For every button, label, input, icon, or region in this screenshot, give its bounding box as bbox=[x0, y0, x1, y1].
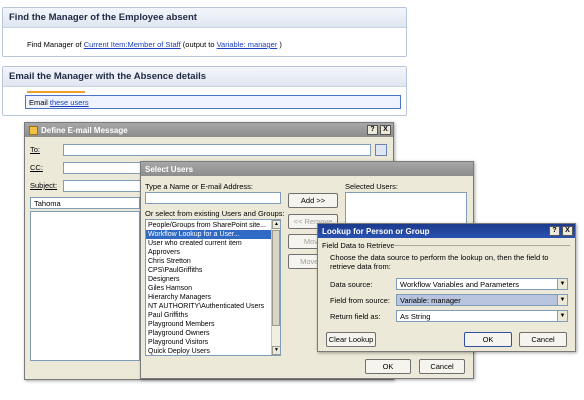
ok-button[interactable]: OK bbox=[365, 359, 411, 374]
step-title: Find the Manager of the Employee absent bbox=[3, 8, 406, 28]
name-input[interactable] bbox=[145, 192, 281, 204]
step-action: Find Manager of Current Item:Member of S… bbox=[27, 40, 282, 49]
field-select[interactable]: Variable: manager ▼ bbox=[396, 294, 568, 306]
data-source-label: Data source: bbox=[330, 280, 373, 289]
list-item[interactable]: User who created current item bbox=[146, 239, 280, 248]
action-prefix: Find Manager of bbox=[27, 40, 82, 49]
users-list-scrollbar[interactable]: ▲ ▼ bbox=[271, 220, 280, 355]
email-body[interactable] bbox=[30, 211, 140, 361]
list-item[interactable]: Approvers bbox=[146, 248, 280, 257]
list-item[interactable]: Designers bbox=[146, 275, 280, 284]
list-item[interactable]: CPS\PaulGriffiths bbox=[146, 266, 280, 275]
lookup-titlebar: Lookup for Person or Group bbox=[318, 224, 575, 238]
section-divider bbox=[392, 245, 570, 246]
variable-link[interactable]: Variable: manager bbox=[217, 40, 278, 49]
insertion-marker bbox=[27, 91, 85, 93]
add-button[interactable]: Add >> bbox=[288, 193, 338, 208]
lookup-person-dialog: Lookup for Person or Group ? X Field Dat… bbox=[317, 223, 576, 352]
users-list[interactable]: People/Groups from SharePoint site... Wor… bbox=[145, 219, 281, 356]
field-label: Field from source: bbox=[330, 296, 391, 305]
email-dialog-icon bbox=[29, 125, 38, 135]
scroll-thumb[interactable] bbox=[272, 230, 280, 326]
ok-button[interactable]: OK bbox=[464, 332, 512, 347]
data-source-select[interactable]: Workflow Variables and Parameters ▼ bbox=[396, 278, 568, 290]
users-list-items: People/Groups from SharePoint site... Wor… bbox=[146, 220, 280, 355]
list-item[interactable]: Paul Griffiths bbox=[146, 311, 280, 320]
return-label: Return field as: bbox=[330, 312, 381, 321]
list-item[interactable]: People/Groups from SharePoint site... bbox=[146, 221, 280, 230]
chevron-down-icon[interactable]: ▼ bbox=[557, 295, 567, 305]
action-middle: (output to bbox=[182, 40, 215, 49]
clear-lookup-button[interactable]: Clear Lookup bbox=[326, 332, 376, 347]
chevron-down-icon[interactable]: ▼ bbox=[557, 311, 567, 321]
font-select[interactable]: Tahoma bbox=[30, 197, 140, 209]
scroll-up-icon[interactable]: ▲ bbox=[272, 220, 280, 229]
to-label: To: bbox=[30, 145, 41, 154]
data-source-value: Workflow Variables and Parameters bbox=[400, 280, 519, 289]
lookup-description: Choose the data source to perform the lo… bbox=[330, 253, 549, 271]
list-item[interactable]: Chris Stretton bbox=[146, 257, 280, 266]
list-item[interactable]: Playground Members bbox=[146, 320, 280, 329]
lookup-title: Lookup for Person or Group bbox=[322, 226, 430, 236]
list-item[interactable]: Playground Visitors bbox=[146, 338, 280, 347]
subject-label: Subject: bbox=[30, 181, 58, 190]
action-suffix: ) bbox=[279, 40, 282, 49]
list-item[interactable]: Quick Deploy Users bbox=[146, 347, 280, 355]
email-dialog-titlebar: Define E-mail Message bbox=[25, 123, 393, 137]
cc-label: CC: bbox=[30, 163, 43, 172]
section-title: Field Data to Retrieve bbox=[322, 241, 395, 250]
to-field[interactable] bbox=[63, 144, 371, 156]
select-users-title: Select Users bbox=[145, 164, 194, 174]
help-button[interactable]: ? bbox=[549, 226, 560, 236]
field-value: Variable: manager bbox=[400, 296, 461, 305]
list-item[interactable]: Giles Hamson bbox=[146, 284, 280, 293]
list-item[interactable]: Workflow Lookup for a User... bbox=[146, 230, 280, 239]
close-button[interactable]: X bbox=[380, 125, 391, 135]
existing-label: Or select from existing Users and Groups… bbox=[145, 209, 285, 218]
list-item[interactable]: Hierarchy Managers bbox=[146, 293, 280, 302]
email-action-row[interactable]: Email these users bbox=[25, 95, 401, 109]
workflow-step-find-manager: Find the Manager of the Employee absent … bbox=[2, 7, 407, 57]
return-value: As String bbox=[400, 312, 431, 321]
name-label: Type a Name or E-mail Address: bbox=[145, 182, 253, 191]
list-item[interactable]: Playground Owners bbox=[146, 329, 280, 338]
email-dialog-title: Define E-mail Message bbox=[41, 125, 128, 135]
these-users-link[interactable]: these users bbox=[50, 98, 89, 107]
cancel-button[interactable]: Cancel bbox=[519, 332, 567, 347]
selected-label: Selected Users: bbox=[345, 182, 398, 191]
scroll-down-icon[interactable]: ▼ bbox=[272, 346, 280, 355]
close-button[interactable]: X bbox=[562, 226, 573, 236]
list-item[interactable]: NT AUTHORITY\Authenticated Users bbox=[146, 302, 280, 311]
select-users-titlebar: Select Users bbox=[141, 162, 473, 176]
step-title: Email the Manager with the Absence detai… bbox=[3, 67, 406, 87]
field-link[interactable]: Current Item:Member of Staff bbox=[84, 40, 181, 49]
cancel-button[interactable]: Cancel bbox=[419, 359, 465, 374]
action-prefix: Email bbox=[29, 98, 48, 107]
chevron-down-icon[interactable]: ▼ bbox=[557, 279, 567, 289]
address-book-icon[interactable] bbox=[375, 144, 387, 156]
workflow-step-email-manager: Email the Manager with the Absence detai… bbox=[2, 66, 407, 116]
return-select[interactable]: As String ▼ bbox=[396, 310, 568, 322]
help-button[interactable]: ? bbox=[367, 125, 378, 135]
